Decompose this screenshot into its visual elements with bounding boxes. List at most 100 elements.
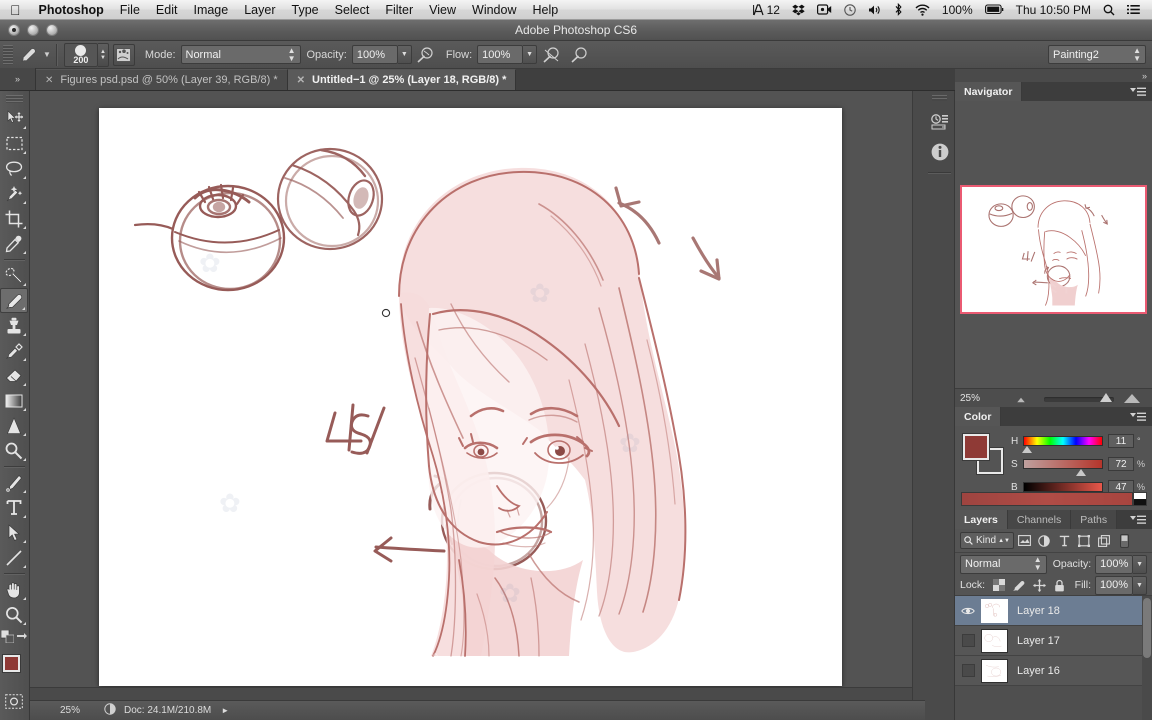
- battery-icon[interactable]: [979, 4, 1010, 15]
- line-tool[interactable]: [0, 545, 28, 570]
- lock-position-icon[interactable]: [1029, 576, 1049, 594]
- opacity-pressure-toggle-icon[interactable]: [414, 44, 438, 66]
- volume-icon[interactable]: [862, 4, 888, 16]
- close-icon[interactable]: ✕: [297, 75, 305, 86]
- history-panel-icon[interactable]: [925, 107, 955, 137]
- zoom-slider-thumb[interactable]: [1100, 392, 1112, 402]
- minimize-window-button[interactable]: [27, 24, 39, 36]
- path-selection-tool[interactable]: [0, 520, 28, 545]
- toolbar-grip[interactable]: [6, 95, 23, 103]
- filter-type-layers-icon[interactable]: [1054, 532, 1074, 550]
- brush-tool[interactable]: [0, 288, 28, 313]
- zoom-in-icon[interactable]: [1124, 393, 1140, 403]
- panel-menu-icon[interactable]: [1124, 407, 1152, 426]
- visibility-checkbox[interactable]: [961, 634, 975, 647]
- menu-photoshop[interactable]: Photoshop: [31, 3, 112, 17]
- filter-pixel-layers-icon[interactable]: [1014, 532, 1034, 550]
- icon-column-grip[interactable]: [932, 95, 947, 101]
- document-tab-untitled[interactable]: ✕ Untitled−1 @ 25% (Layer 18, RGB/8) *: [287, 69, 517, 90]
- layer-thumbnail[interactable]: [981, 658, 1008, 683]
- menu-file[interactable]: File: [112, 3, 148, 17]
- layer-visibility-toggle[interactable]: [955, 626, 981, 656]
- hue-value[interactable]: 11: [1108, 434, 1134, 448]
- table-row[interactable]: Layer 17: [955, 626, 1152, 656]
- layer-thumbnail[interactable]: [981, 598, 1008, 623]
- menu-window[interactable]: Window: [464, 3, 524, 17]
- maximize-window-button[interactable]: [46, 24, 58, 36]
- time-machine-icon[interactable]: [838, 3, 862, 16]
- no-color-swatch[interactable]: [1133, 492, 1147, 506]
- font-manager-icon[interactable]: 12: [747, 3, 786, 17]
- layer-thumbnail[interactable]: [981, 628, 1008, 653]
- navigator-thumbnail[interactable]: [960, 185, 1147, 314]
- horizontal-scrollbar[interactable]: [30, 687, 912, 700]
- menu-filter[interactable]: Filter: [377, 3, 421, 17]
- filter-adjustment-layers-icon[interactable]: [1034, 532, 1054, 550]
- layers-list-scrollbar[interactable]: [1142, 596, 1152, 720]
- artboard[interactable]: ✿ ✿ ✿ ✿ ✿: [99, 108, 842, 686]
- dropbox-icon[interactable]: [786, 4, 811, 16]
- workspace-select[interactable]: Painting2 ▲ ▼: [1048, 45, 1146, 64]
- zoom-out-icon[interactable]: [1017, 397, 1025, 402]
- bluetooth-icon[interactable]: [888, 3, 909, 16]
- menu-type[interactable]: Type: [284, 3, 327, 17]
- marquee-tool[interactable]: [0, 131, 28, 156]
- pen-tool[interactable]: [0, 470, 28, 495]
- status-menu-arrow-icon[interactable]: ►: [221, 706, 229, 715]
- foreground-background-color-swatches[interactable]: [1, 653, 29, 685]
- document-tab-figures[interactable]: ✕ Figures psd.psd @ 50% (Layer 39, RGB/8…: [36, 69, 288, 90]
- navigator-zoom-value[interactable]: 25%: [960, 393, 996, 404]
- layer-filter-kind-select[interactable]: Kind ▲▼: [960, 532, 1014, 549]
- default-colors-icon[interactable]: [0, 629, 15, 648]
- menu-layer[interactable]: Layer: [236, 3, 283, 17]
- filter-toggle-switch[interactable]: [1114, 532, 1134, 550]
- quick-selection-tool[interactable]: [0, 181, 28, 206]
- navigator-zoom-slider[interactable]: [996, 389, 1148, 408]
- hand-tool[interactable]: [0, 577, 28, 602]
- flow-dropdown-button[interactable]: ▼: [523, 45, 538, 64]
- pressure-size-toggle-icon[interactable]: [567, 44, 591, 66]
- clone-stamp-tool[interactable]: [0, 313, 28, 338]
- history-brush-tool[interactable]: [0, 338, 28, 363]
- saturation-slider-thumb[interactable]: [1076, 469, 1086, 476]
- black-swatch[interactable]: [1134, 499, 1146, 505]
- dodge-tool[interactable]: [0, 438, 28, 463]
- filter-smart-objects-icon[interactable]: [1094, 532, 1114, 550]
- zoom-tool[interactable]: [0, 602, 28, 627]
- menu-help[interactable]: Help: [524, 3, 566, 17]
- layer-blend-mode-select[interactable]: Normal ▲ ▼: [960, 554, 1047, 574]
- lock-image-pixels-icon[interactable]: [1009, 576, 1029, 594]
- table-row[interactable]: Layer 18: [955, 596, 1152, 626]
- apple-logo-icon[interactable]: : [10, 3, 21, 17]
- close-icon[interactable]: ✕: [45, 75, 53, 86]
- vertical-scrollbar[interactable]: [912, 91, 925, 700]
- info-panel-icon[interactable]: [925, 137, 955, 167]
- notification-center-icon[interactable]: [1121, 4, 1146, 15]
- lock-transparent-pixels-icon[interactable]: [989, 576, 1009, 594]
- brush-tool-preview-icon[interactable]: [16, 44, 42, 66]
- color-panel-swatches[interactable]: [963, 434, 1003, 474]
- opacity-field[interactable]: 100%: [351, 45, 398, 64]
- flow-field[interactable]: 100%: [477, 45, 524, 64]
- blur-tool[interactable]: [0, 413, 28, 438]
- table-row[interactable]: Layer 16: [955, 656, 1152, 686]
- layer-opacity-dropdown-button[interactable]: ▼: [1133, 554, 1147, 574]
- type-tool[interactable]: [0, 495, 28, 520]
- lock-all-icon[interactable]: [1049, 576, 1069, 594]
- layer-visibility-toggle[interactable]: [955, 596, 981, 626]
- zoom-level-field[interactable]: 25%: [60, 705, 102, 716]
- layer-visibility-toggle[interactable]: [955, 656, 981, 686]
- brush-size-stepper[interactable]: ▲ ▼: [97, 42, 109, 67]
- layer-name[interactable]: Layer 16: [1017, 665, 1060, 677]
- tab-layers[interactable]: Layers: [955, 510, 1008, 529]
- saturation-slider[interactable]: [1023, 459, 1103, 476]
- foreground-color-swatch[interactable]: [963, 434, 989, 460]
- crop-tool[interactable]: [0, 206, 28, 231]
- hue-slider-thumb[interactable]: [1022, 446, 1032, 453]
- panel-menu-icon[interactable]: [1124, 510, 1152, 529]
- quick-mask-mode-button[interactable]: [0, 689, 28, 714]
- brush-panel-toggle-button[interactable]: [112, 43, 135, 66]
- tab-color[interactable]: Color: [955, 407, 1002, 426]
- saturation-value[interactable]: 72: [1108, 457, 1134, 471]
- menu-image[interactable]: Image: [185, 3, 236, 17]
